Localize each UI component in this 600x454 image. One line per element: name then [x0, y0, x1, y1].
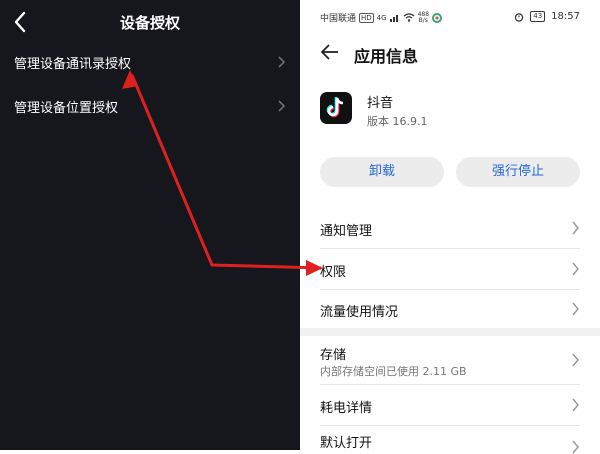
permissions-row[interactable]: 权限: [320, 249, 580, 290]
network-speed: 488 B/s: [417, 10, 430, 24]
clock-time: 18:57: [551, 11, 580, 22]
storage-row[interactable]: 存储 内部存储空间已使用 2.11 GB: [320, 336, 580, 385]
chevron-right-icon: [278, 100, 286, 112]
data-usage-row[interactable]: 流量使用情况: [320, 290, 580, 328]
row-label: 流量使用情况: [320, 305, 399, 320]
contacts-authorization-label: 管理设备通讯录授权: [14, 57, 132, 72]
left-header: 设备授权: [0, 0, 300, 44]
page-title: 设备授权: [119, 14, 180, 32]
notification-management-row[interactable]: 通知管理: [320, 208, 580, 249]
wifi-icon: [403, 13, 414, 22]
row-label: 耗电详情: [320, 401, 373, 416]
chevron-right-icon: [572, 302, 579, 316]
location-authorization-item[interactable]: 管理设备位置授权: [0, 86, 300, 126]
chevron-right-icon: [572, 353, 579, 367]
open-by-default-row[interactable]: 默认打开: [320, 426, 580, 454]
chevron-right-icon: [572, 262, 579, 276]
app-info-screen: 中国联通 HD 4G 488 B/s 43 18:57 应用信息 抖音 版本 1…: [300, 0, 600, 454]
app-version: 版本 16.9.1: [367, 115, 428, 128]
chevron-right-icon: [572, 398, 579, 412]
hd-badge: HD: [359, 12, 374, 23]
location-authorization-label: 管理设备位置授权: [14, 101, 119, 116]
app-notification-icon: [432, 12, 443, 23]
carrier-name: 中国联通: [320, 14, 357, 24]
chevron-right-icon: [278, 56, 286, 68]
row-label: 默认打开: [320, 436, 373, 451]
signal-icon: [389, 15, 398, 22]
storage-usage-text: 内部存储空间已使用 2.11 GB: [320, 365, 467, 378]
page-title: 应用信息: [354, 47, 419, 66]
alarm-icon: [515, 12, 524, 22]
row-label: 通知管理: [320, 224, 373, 239]
device-authorization-panel: 设备授权 管理设备通讯录授权 管理设备位置授权: [0, 0, 300, 450]
back-arrow-icon[interactable]: [320, 43, 340, 61]
status-bar: 中国联通 HD 4G 488 B/s 43 18:57: [300, 0, 600, 30]
uninstall-button[interactable]: 卸载: [320, 157, 444, 187]
chevron-right-icon: [572, 221, 579, 235]
chevron-right-icon: [572, 440, 579, 454]
row-label: 权限: [320, 265, 347, 280]
contacts-authorization-item[interactable]: 管理设备通讯录授权: [0, 42, 300, 82]
douyin-app-icon: [320, 92, 352, 124]
app-name: 抖音: [367, 96, 394, 111]
network-type: 4G: [376, 13, 387, 22]
force-stop-button[interactable]: 强行停止: [456, 157, 580, 187]
battery-level: 43: [530, 11, 546, 22]
app-info-header: 应用信息: [300, 34, 600, 70]
section-divider: [300, 328, 600, 336]
battery-usage-row[interactable]: 耗电详情: [320, 385, 580, 426]
row-label: 存储: [320, 348, 347, 363]
